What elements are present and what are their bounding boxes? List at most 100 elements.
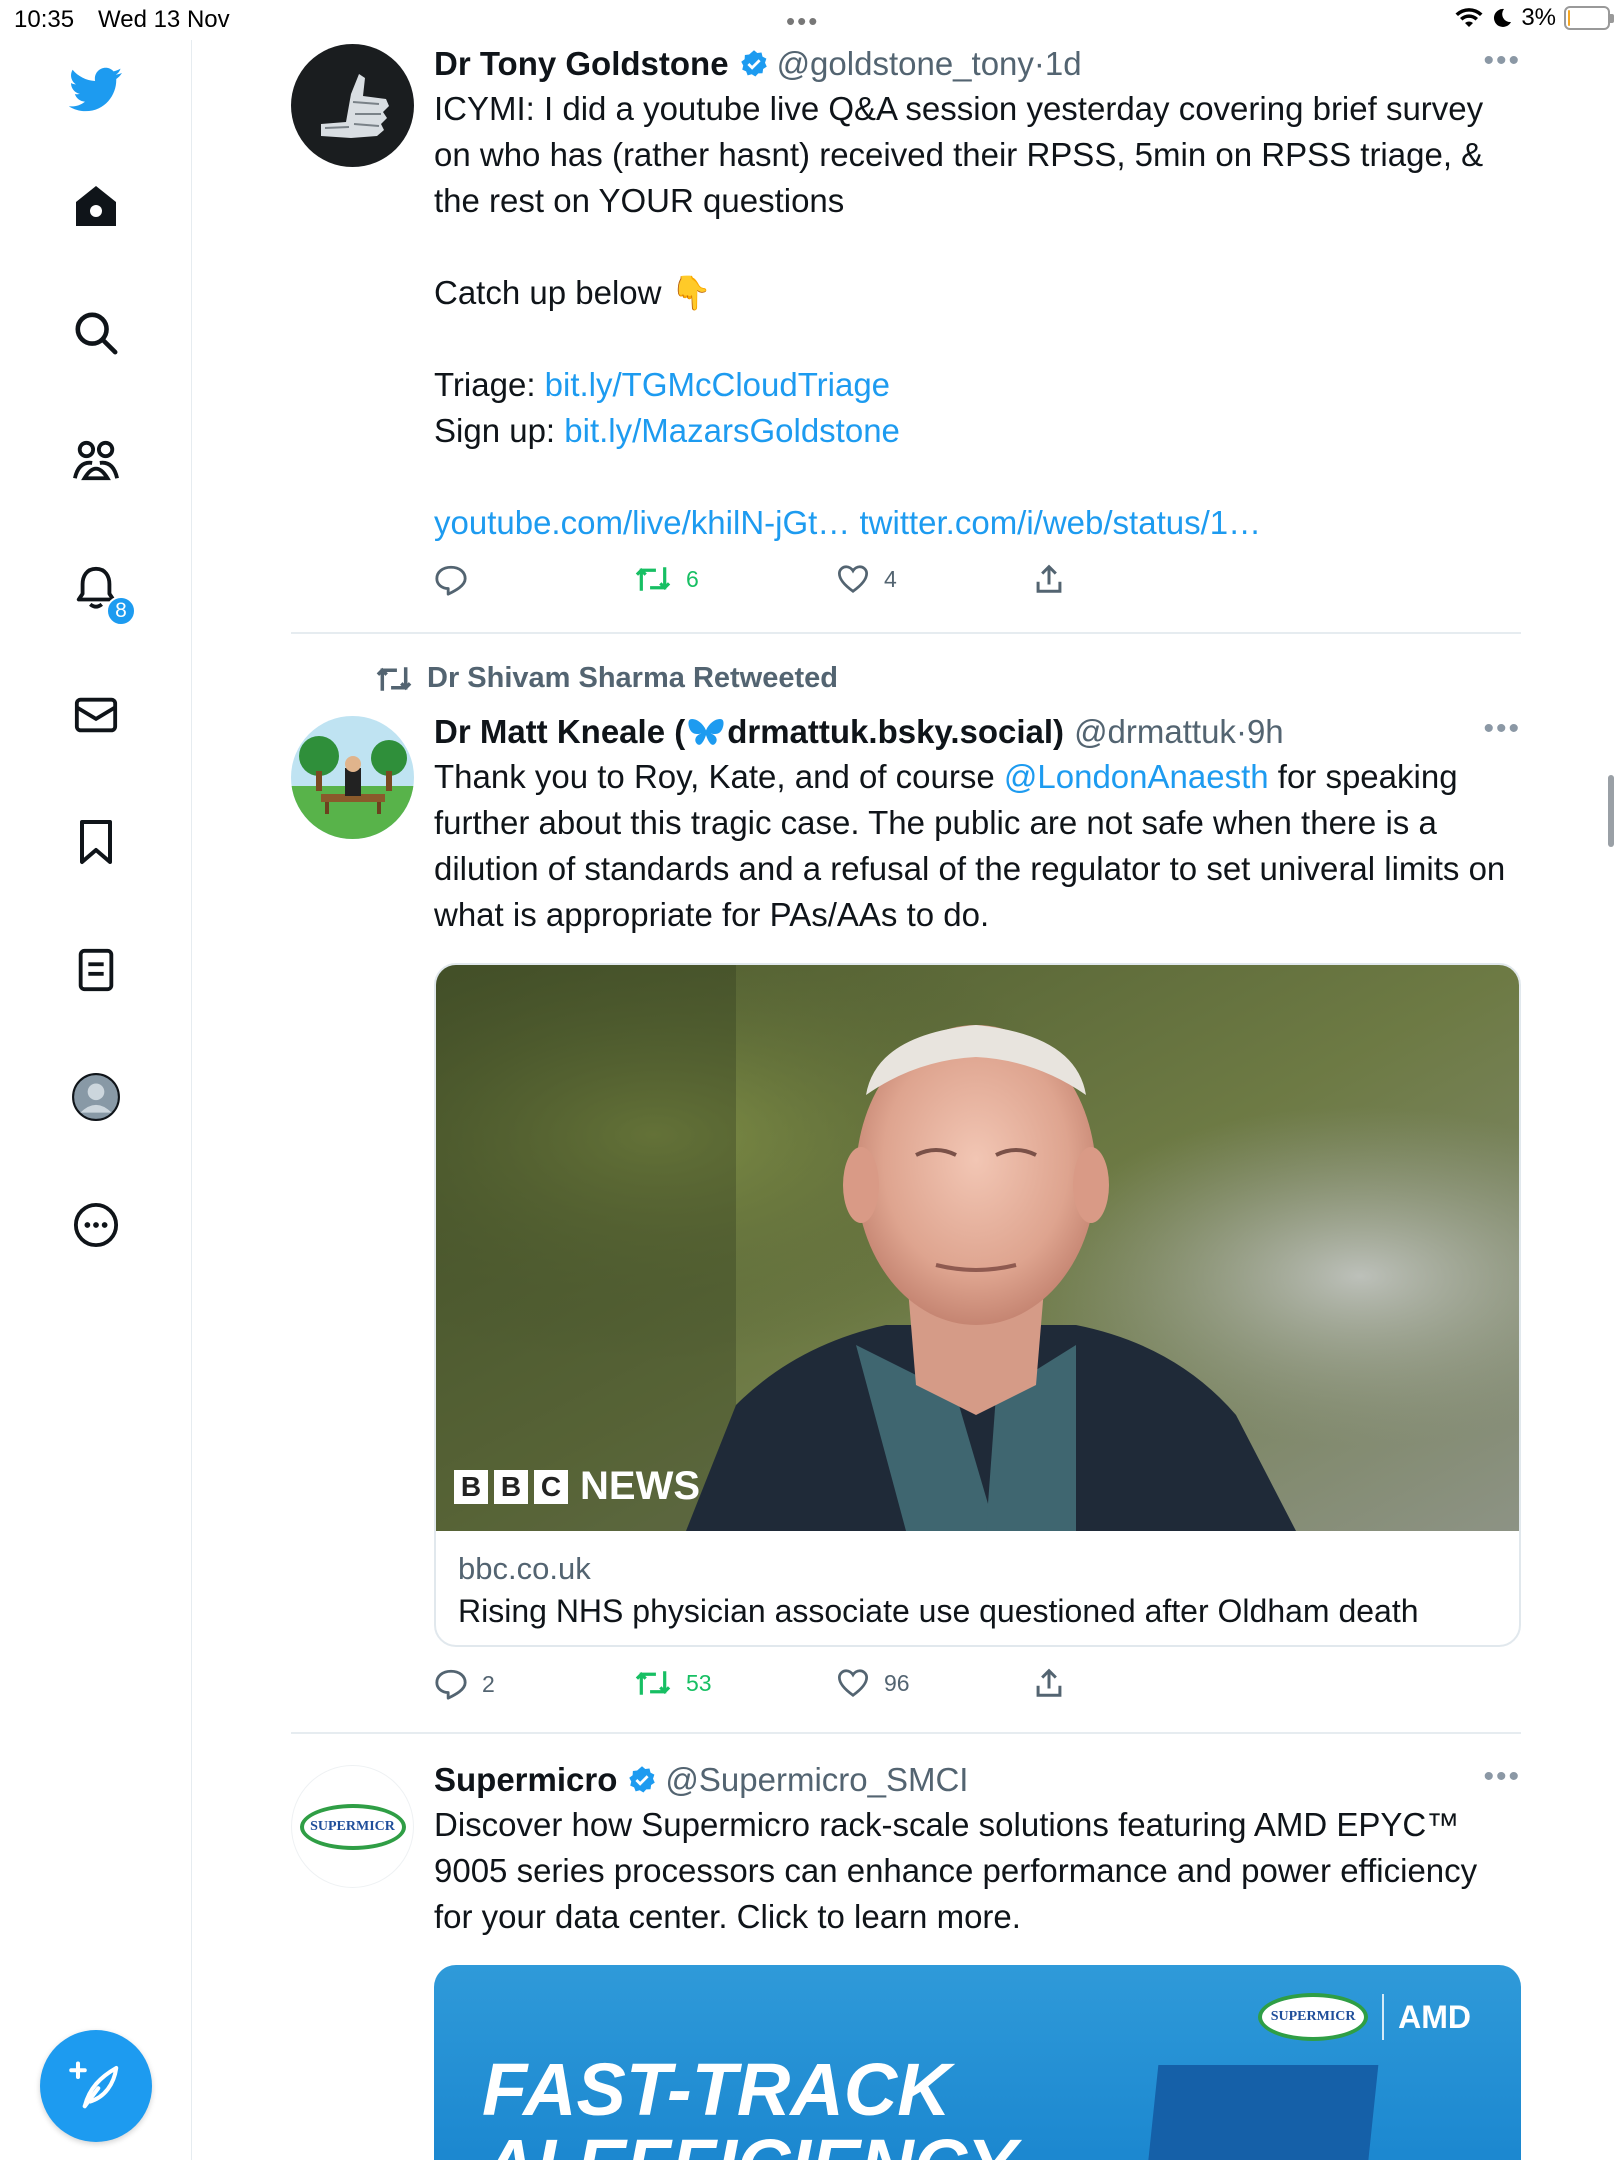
share-button[interactable] (1034, 1668, 1064, 1698)
tweet-text-line: Sign up: bit.ly/MazarsGoldstone (434, 408, 1521, 454)
status-bar: 10:35 Wed 13 Nov ••• 3% (0, 0, 1620, 40)
like-count: 4 (884, 565, 897, 592)
like-button[interactable]: 96 (836, 1668, 910, 1698)
scrollbar[interactable] (1608, 775, 1614, 847)
tweet-actions: 6 4 (434, 564, 1521, 604)
battery-icon (1564, 6, 1614, 30)
wifi-icon (1455, 8, 1483, 27)
ad-headline-2: AI EFFICIENCY (482, 2123, 1016, 2160)
ad-logo-group: SUPERMICR AMD (1258, 1993, 1471, 2041)
multitask-grabber[interactable]: ••• (786, 6, 819, 37)
share-button[interactable] (1034, 564, 1064, 594)
youtube-link[interactable]: youtube.com/live/khilN-jGt… (434, 504, 850, 541)
tweet[interactable]: Dr Tony Goldstone @goldstone_tony · 1d •… (291, 44, 1521, 604)
status-time: 10:35 (14, 6, 75, 33)
tweet-divider (291, 632, 1521, 634)
tweet-text: ICYMI: I did a youtube live Q&A session … (434, 90, 1493, 219)
like-count: 96 (884, 1669, 910, 1696)
sidebar: 8 (0, 40, 192, 2160)
tweet-text-line: Catch up below 👇 (434, 274, 712, 311)
author-name[interactable]: Supermicro (434, 1760, 617, 1800)
moon-icon (1494, 8, 1512, 27)
link-card[interactable]: B B C NEWS bbc.co.uk Rising NHS physicia… (434, 963, 1521, 1647)
compose-button[interactable] (40, 2030, 152, 2142)
tweet-header: Dr Tony Goldstone @goldstone_tony · 1d (434, 44, 1521, 84)
twitter-logo-icon[interactable] (66, 60, 126, 120)
battery-percent: 3% (1521, 4, 1556, 31)
tweet-avatar[interactable] (291, 716, 414, 839)
time-separator: · (1033, 45, 1045, 82)
bbc-news-word: NEWS (580, 1464, 700, 1508)
tweet-time[interactable]: 1d (1045, 44, 1082, 84)
supermicro-logo-text: SUPERMICR (310, 1818, 395, 1834)
ad-graphic (1143, 2065, 1379, 2160)
tweet-actions: 2 53 96 (434, 1668, 1521, 1708)
retweet-icon (635, 567, 671, 591)
supermicro-logo: SUPERMICR (299, 1803, 406, 1850)
retweet-button[interactable]: 6 (634, 564, 699, 594)
list-icon[interactable] (66, 940, 126, 1000)
retweet-icon (376, 666, 412, 691)
card-title: Rising NHS physician associate use quest… (458, 1593, 1419, 1629)
bbc-news-logo: B B C NEWS (454, 1464, 700, 1509)
avatar-icon[interactable] (66, 1067, 126, 1127)
tweet-text-part: Thank you to Roy, Kate, and of course (434, 758, 1004, 795)
more-options-icon[interactable]: ••• (1483, 712, 1521, 746)
share-icon (1036, 1668, 1062, 1697)
triage-label: Triage: (434, 366, 545, 403)
tweet-text: Thank you to Roy, Kate, and of course @L… (434, 754, 1521, 938)
heart-icon (837, 565, 869, 593)
tweet-header: Supermicro @Supermicro_SMCI (434, 1760, 1521, 1800)
tweet-text-line: Triage: bit.ly/TGMcCloudTriage (434, 362, 1521, 408)
reply-icon (435, 565, 467, 596)
more-options-icon[interactable]: ••• (1483, 44, 1521, 78)
signup-label: Sign up: (434, 412, 565, 449)
bookmark-icon[interactable] (66, 812, 126, 872)
retweet-button[interactable]: 53 (634, 1668, 712, 1698)
tweet-avatar[interactable] (291, 44, 414, 167)
tweet[interactable]: Dr Matt Kneale ( drmattuk.bsky.social) @… (291, 712, 1521, 1702)
card-domain: bbc.co.uk (458, 1551, 591, 1586)
tweet-time[interactable]: 9h (1247, 712, 1284, 752)
author-handle[interactable]: @goldstone_tony (777, 44, 1034, 84)
butterfly-icon (687, 716, 725, 748)
more-circle-icon[interactable] (66, 1195, 126, 1255)
reply-button[interactable]: 2 (434, 1668, 495, 1700)
more-options-icon[interactable]: ••• (1483, 1760, 1521, 1794)
retweeted-by[interactable]: Dr Shivam Sharma Retweeted (375, 662, 838, 695)
author-name-prefix[interactable]: Dr Matt Kneale ( (434, 712, 685, 752)
home-icon[interactable] (66, 176, 126, 236)
retweet-icon (635, 1671, 671, 1695)
notifications-badge: 8 (106, 596, 136, 626)
tweet-text: Discover how Supermicro rack-scale solut… (434, 1806, 1487, 1935)
signup-link[interactable]: bit.ly/MazarsGoldstone (564, 412, 900, 449)
search-icon[interactable] (66, 303, 126, 363)
ad-image[interactable]: SUPERMICR AMD FAST-TRACK AI EFFICIENCY (434, 1965, 1521, 2160)
retweeted-by-label: Dr Shivam Sharma Retweeted (427, 662, 838, 694)
supermicro-logo: SUPERMICR (1258, 1993, 1369, 2041)
author-handle[interactable]: @Supermicro_SMCI (665, 1760, 968, 1800)
author-handle[interactable]: @drmattuk (1074, 712, 1236, 752)
reply-button[interactable] (434, 564, 468, 596)
time-separator: · (1235, 713, 1247, 750)
amd-logo: AMD (1398, 1998, 1471, 2035)
reply-icon (435, 1669, 467, 1700)
tweet-avatar[interactable]: SUPERMICR (291, 1765, 414, 1888)
mention-link[interactable]: @LondonAnaesth (1004, 758, 1269, 795)
card-image: B B C NEWS (436, 965, 1519, 1531)
tweet-divider (291, 1732, 1521, 1734)
mail-icon[interactable] (66, 685, 126, 745)
share-icon (1036, 564, 1062, 593)
card-footer: bbc.co.uk Rising NHS physician associate… (436, 1531, 1519, 1633)
triage-link[interactable]: bit.ly/TGMcCloudTriage (545, 366, 890, 403)
retweet-count: 53 (686, 1669, 712, 1696)
heart-icon (837, 1669, 869, 1697)
twitter-status-link[interactable]: twitter.com/i/web/status/1… (859, 504, 1261, 541)
reply-count: 2 (482, 1670, 495, 1697)
author-name-suffix[interactable]: drmattuk.bsky.social) (727, 712, 1064, 752)
like-button[interactable]: 4 (836, 564, 897, 594)
communities-icon[interactable] (66, 431, 126, 491)
author-name[interactable]: Dr Tony Goldstone (434, 44, 729, 84)
status-indicators: 3% (1455, 4, 1614, 32)
bbc-letter: B (454, 1469, 488, 1504)
